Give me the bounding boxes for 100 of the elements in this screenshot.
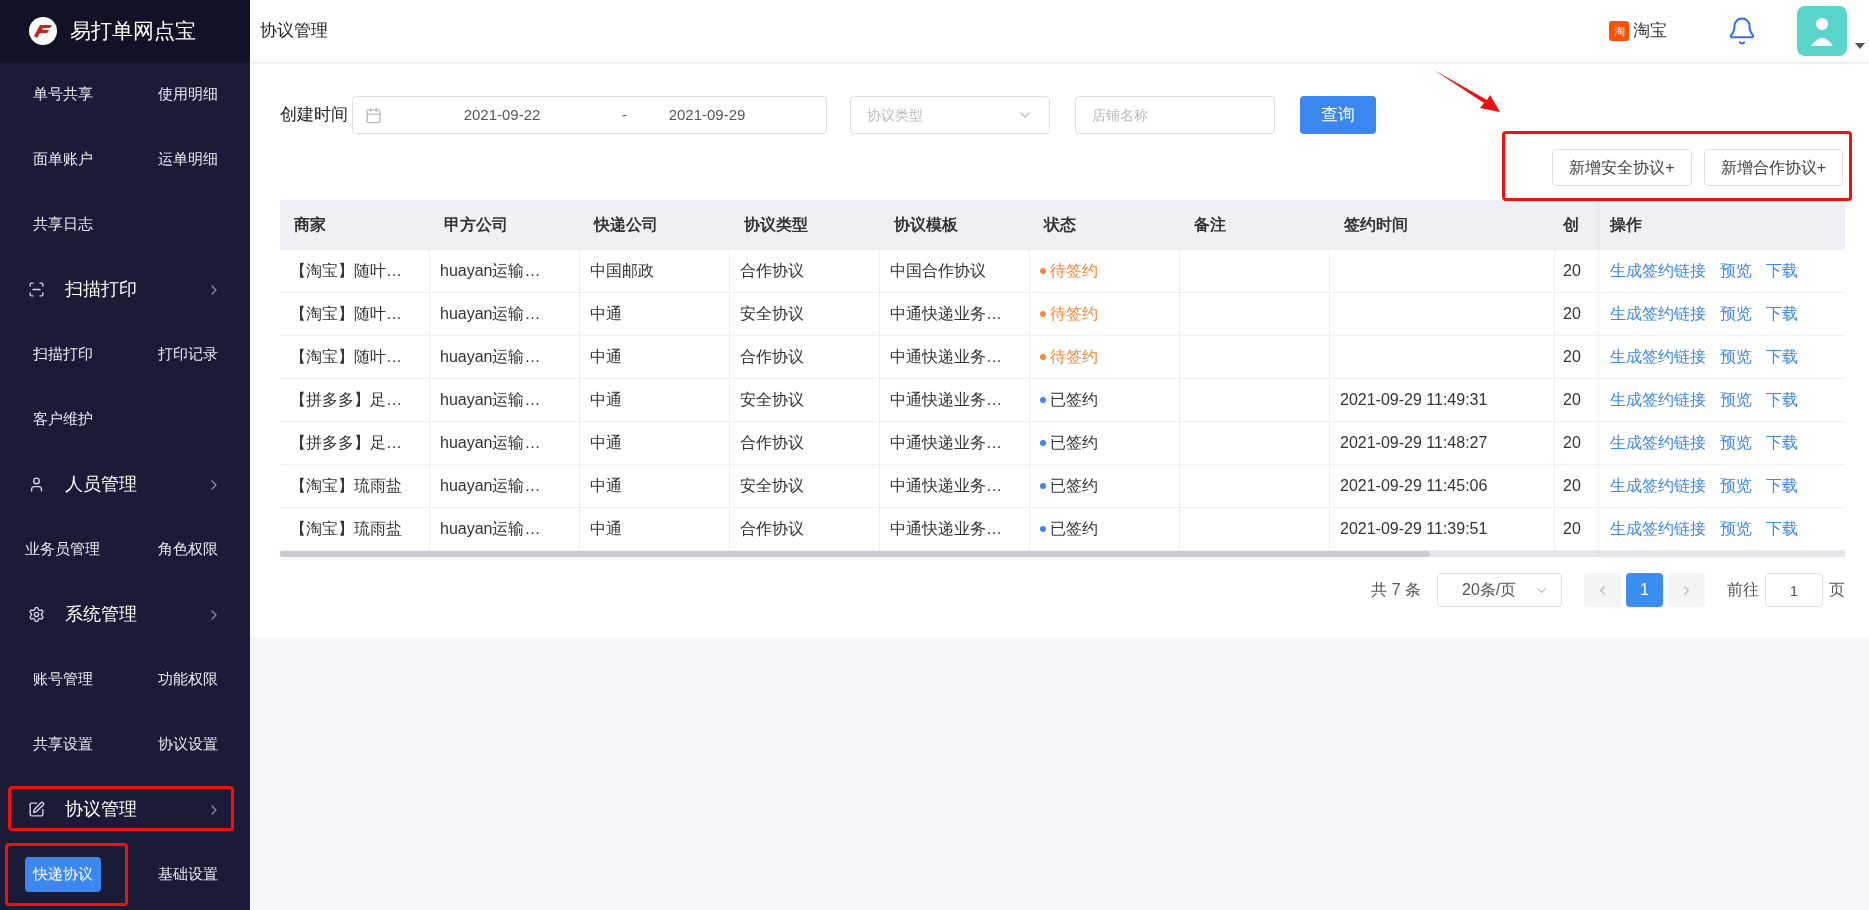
column-header: 创: [1563, 215, 1579, 235]
table-cell-text: 合作协议: [740, 519, 804, 539]
menu-item[interactable]: 面单账户: [32, 148, 93, 171]
menu-item[interactable]: 角色权限: [157, 538, 218, 561]
page-size-select[interactable]: 20条/页: [1437, 573, 1562, 607]
menu-item[interactable]: 账号管理: [32, 668, 93, 691]
action-link[interactable]: 预览: [1720, 517, 1752, 541]
next-page-button[interactable]: [1668, 573, 1705, 607]
table-cell-text: 中通快递业务…: [890, 476, 1002, 496]
action-link[interactable]: 生成签约链接: [1610, 259, 1706, 283]
column-header: 操作: [1610, 215, 1642, 235]
action-link[interactable]: 生成签约链接: [1610, 302, 1706, 326]
menu-item[interactable]: 共享设置: [32, 733, 93, 756]
menu-item[interactable]: 基础设置: [157, 863, 218, 886]
action-link[interactable]: 生成签约链接: [1610, 388, 1706, 412]
table-cell-text: 2021-09-29 11:49:31: [1340, 390, 1488, 410]
action-link[interactable]: 预览: [1720, 259, 1752, 283]
table-cell-text: huayan运输…: [440, 390, 541, 410]
column-header: 快递公司: [594, 215, 658, 235]
action-link[interactable]: 生成签约链接: [1610, 517, 1706, 541]
status-text: 已签约: [1050, 519, 1098, 539]
action-link[interactable]: 生成签约链接: [1610, 345, 1706, 369]
table-cell-text: 中通快递业务…: [890, 519, 1002, 539]
table-cell-text: 中国合作协议: [890, 261, 986, 281]
add-agreement-button[interactable]: 新增安全协议+: [1552, 149, 1692, 186]
action-link[interactable]: 下载: [1766, 302, 1798, 326]
action-link[interactable]: 下载: [1766, 259, 1798, 283]
action-link[interactable]: 生成签约链接: [1610, 474, 1706, 498]
goto-suffix: 页: [1829, 580, 1845, 600]
action-link[interactable]: 下载: [1766, 474, 1798, 498]
menu-section[interactable]: 系统管理: [0, 582, 250, 647]
action-link[interactable]: 下载: [1766, 431, 1798, 455]
table-cell-text: 安全协议: [740, 304, 804, 324]
table-cell-text: 2021-09-29 11:39:51: [1340, 519, 1488, 539]
logo-icon: [28, 16, 58, 46]
table-cell-text: huayan运输…: [440, 261, 541, 281]
notification-icon[interactable]: [1727, 16, 1757, 46]
action-link[interactable]: 预览: [1720, 388, 1752, 412]
table-cell-text: 中通: [590, 519, 622, 539]
table-cell-text: 【淘宝】随叶…: [290, 304, 402, 324]
status-text: 待签约: [1050, 304, 1098, 324]
table-cell-text: huayan运输…: [440, 304, 541, 324]
menu-item[interactable]: 运单明细: [157, 148, 218, 171]
menu-item[interactable]: 共享日志: [32, 213, 93, 236]
table-cell-text: 20: [1563, 390, 1581, 410]
column-header: 甲方公司: [444, 215, 508, 235]
goto-label: 前往: [1727, 580, 1759, 600]
table-cell-text: 合作协议: [740, 261, 804, 281]
table-cell-text: 安全协议: [740, 390, 804, 410]
table-cell-text: 合作协议: [740, 433, 804, 453]
page-title: 协议管理: [260, 20, 329, 43]
action-link[interactable]: 预览: [1720, 474, 1752, 498]
menu-section[interactable]: 协议管理: [0, 777, 250, 842]
column-header: 状态: [1044, 215, 1076, 235]
dropdown-caret-icon[interactable]: [1855, 43, 1865, 49]
menu-item[interactable]: 扫描打印: [32, 343, 93, 366]
status-text: 已签约: [1050, 433, 1098, 453]
date-range-field[interactable]: 2021-09-22 - 2021-09-29: [352, 96, 827, 134]
menu-section[interactable]: 人员管理: [0, 452, 250, 517]
action-link[interactable]: 下载: [1766, 345, 1798, 369]
table-cell-text: 【淘宝】琉雨盐: [290, 519, 402, 539]
shop-name[interactable]: 淘宝: [1633, 18, 1667, 44]
table-cell-text: 中通: [590, 433, 622, 453]
action-link[interactable]: 预览: [1720, 431, 1752, 455]
action-link[interactable]: 预览: [1720, 345, 1752, 369]
table-cell-text: 20: [1563, 519, 1581, 539]
column-header: 商家: [294, 215, 326, 235]
app-name: 易打单网点宝: [70, 18, 196, 45]
shop-name-field[interactable]: 店铺名称: [1075, 96, 1275, 134]
table-cell-text: 中通: [590, 390, 622, 410]
total-count: 共 7 条: [1371, 580, 1421, 600]
action-link[interactable]: 下载: [1766, 388, 1798, 412]
menu-item[interactable]: 功能权限: [157, 668, 218, 691]
avatar[interactable]: [1797, 6, 1847, 56]
menu-item[interactable]: 打印记录: [157, 343, 218, 366]
menu-item[interactable]: 业务员管理: [25, 538, 100, 561]
table-cell-text: huayan运输…: [440, 433, 541, 453]
table-cell-text: 中通: [590, 347, 622, 367]
menu-section[interactable]: 扫描打印: [0, 257, 250, 322]
action-link[interactable]: 预览: [1720, 302, 1752, 326]
status-text: 已签约: [1050, 476, 1098, 496]
table-cell-text: 中通: [590, 304, 622, 324]
query-button[interactable]: 查询: [1300, 96, 1376, 134]
menu-item[interactable]: 使用明细: [157, 83, 218, 106]
action-link[interactable]: 生成签约链接: [1610, 431, 1706, 455]
menu-item[interactable]: 快递协议: [24, 857, 101, 892]
goto-page-field[interactable]: 1: [1765, 573, 1823, 607]
table-cell-text: 20: [1563, 433, 1581, 453]
action-link[interactable]: 下载: [1766, 517, 1798, 541]
menu-item[interactable]: 客户维护: [32, 408, 93, 431]
shop-badge: 淘: [1609, 21, 1629, 41]
menu-item[interactable]: 协议设置: [157, 733, 218, 756]
scrollbar-thumb[interactable]: [280, 551, 1430, 557]
table-cell-text: 20: [1563, 476, 1581, 496]
add-agreement-button[interactable]: 新增合作协议+: [1703, 149, 1843, 186]
scan-icon: [28, 281, 45, 298]
column-header: 协议类型: [744, 215, 808, 235]
menu-item[interactable]: 单号共享: [32, 83, 93, 106]
table-cell-text: 中通: [590, 476, 622, 496]
previous-page-button[interactable]: [1584, 573, 1621, 607]
